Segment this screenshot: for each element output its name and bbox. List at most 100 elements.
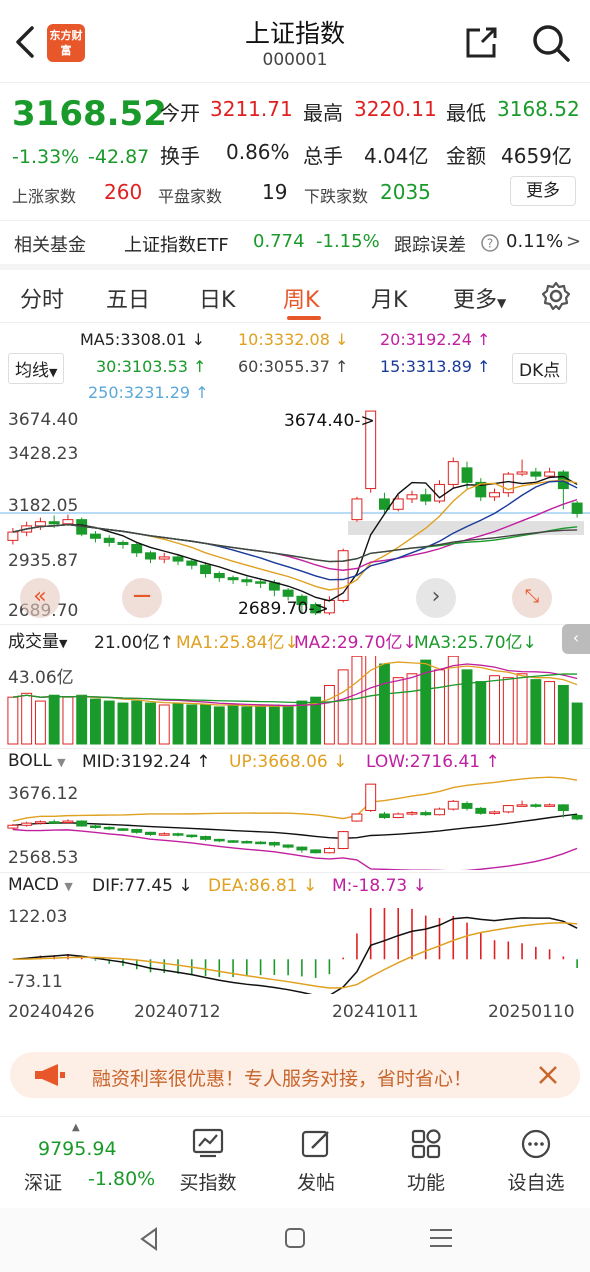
boll-candle-body: [296, 846, 308, 851]
candle-body: [48, 521, 60, 525]
zoom-out-icon[interactable]: −: [122, 578, 162, 618]
next-icon[interactable]: ›: [416, 578, 456, 618]
volume-bar: [571, 702, 583, 745]
nav-recents-icon[interactable]: [428, 1226, 454, 1250]
indicator-arrow: ↑: [193, 357, 207, 376]
indicator-arrow: ↑: [196, 752, 211, 772]
high-value: 3220.11: [354, 97, 437, 121]
indicator-selector[interactable]: 均线▼: [8, 353, 65, 384]
macd-selector-label: MACD: [8, 875, 59, 895]
candle-body: [117, 541, 129, 546]
search-icon[interactable]: [530, 22, 572, 64]
change-value: -42.87: [88, 146, 150, 168]
caret-down-icon: ▼: [64, 880, 73, 893]
indicator-arrow: M:-18.73: [332, 876, 408, 896]
candle-body: [227, 577, 239, 581]
volume-bar: [475, 681, 487, 745]
volume-bar: [117, 702, 129, 745]
fullscreen-icon[interactable]: ⤡: [512, 578, 552, 618]
volume-bar: [131, 700, 143, 745]
volume-selector[interactable]: 成交量▼: [8, 627, 67, 652]
volume-bar: [213, 706, 225, 745]
nav-back-icon[interactable]: [138, 1226, 160, 1252]
tab-more-label: 更多: [453, 288, 498, 313]
chevron-right-icon: >: [566, 231, 582, 252]
indicator-arrow: 30:3103.53: [96, 357, 188, 376]
ma5-value: MA5:3308.01 ↓: [80, 330, 205, 349]
volume-bar: [461, 669, 473, 745]
macd-dea-line: [12, 922, 578, 989]
kline-chart[interactable]: [0, 405, 590, 623]
ma30-value: 30:3103.53 ↑: [96, 357, 206, 376]
volume-bar: [323, 684, 335, 745]
boll-candle-body: [34, 821, 46, 824]
settings-gear-icon[interactable]: [540, 280, 572, 312]
volume-chart: [7, 656, 583, 745]
volume-bar: [406, 673, 418, 745]
share-icon[interactable]: [462, 24, 500, 62]
boll-candle-body: [48, 821, 60, 824]
volume-bar: [296, 700, 308, 745]
sz-index-label[interactable]: 深证: [24, 1168, 62, 1195]
tab-more[interactable]: 更多▼: [453, 282, 506, 314]
nav-home-icon[interactable]: [284, 1226, 306, 1250]
boll-candle-body: [89, 825, 101, 828]
amount-value: 4659亿: [501, 144, 572, 168]
indicator-arrow: 250:3231.29: [88, 383, 191, 402]
candle-body: [420, 494, 432, 502]
boll-candle-body: [571, 814, 583, 820]
tab-daily-k[interactable]: 日K: [199, 282, 235, 314]
boll-selector[interactable]: BOLL ▼: [8, 751, 66, 771]
boll-candle-body: [213, 838, 225, 842]
scroll-left-icon[interactable]: «: [20, 578, 60, 618]
vol-ma2: MA2:29.70亿↓: [294, 628, 417, 653]
current-price: 3168.52: [12, 94, 167, 134]
boll-candle-body: [200, 836, 212, 840]
caret-down-icon: ▼: [49, 366, 58, 379]
dk-point-button[interactable]: DK点: [512, 353, 568, 384]
macd-chart: [12, 908, 578, 994]
indicator-arrow: ↑: [335, 357, 349, 376]
grid-icon: [411, 1129, 441, 1159]
boll-candle-body: [516, 804, 528, 807]
boll-candle-body: [378, 813, 390, 819]
caret-down-icon: ▼: [57, 756, 66, 769]
macd-dea: DEA:86.81 ↓: [208, 876, 317, 896]
volume-bar: [351, 656, 363, 745]
macd-selector[interactable]: MACD ▼: [8, 875, 73, 895]
candle-body: [34, 521, 46, 527]
collapse-panel-icon[interactable]: ‹: [562, 624, 590, 654]
track-error-value: 0.11%: [506, 231, 564, 252]
candle-body: [447, 461, 459, 485]
candle-body: [186, 560, 198, 566]
indicator-arrow: ↑: [195, 383, 209, 402]
candle-body: [103, 537, 115, 543]
date-label: 20240712: [134, 1002, 221, 1022]
candle-body: [392, 498, 404, 510]
promo-banner[interactable]: 融资利率很优惠！专人服务对接，省时省心！: [10, 1052, 580, 1098]
boll-candle-body: [186, 834, 198, 838]
macd-axis-bottom: -73.11: [8, 972, 63, 992]
volume-bar: [502, 677, 514, 745]
volume-value: 4.04亿: [364, 144, 429, 168]
indicator-selector-label: 均线: [15, 361, 49, 381]
close-icon[interactable]: [538, 1065, 558, 1085]
macd-dif: DIF:77.45 ↓: [92, 876, 193, 896]
tab-monthly-k[interactable]: 月K: [371, 282, 407, 314]
tab-weekly-k[interactable]: 周K: [283, 282, 319, 314]
expand-up-icon[interactable]: ▲: [72, 1122, 80, 1133]
volume-bar: [530, 679, 542, 745]
more-button[interactable]: 更多: [510, 176, 576, 206]
candle-body: [571, 502, 583, 514]
help-icon[interactable]: ?: [480, 233, 500, 253]
candle-body: [158, 556, 170, 560]
volume-bar: [255, 706, 267, 745]
candle-body: [89, 533, 101, 539]
tab-five-day[interactable]: 五日: [106, 282, 150, 314]
indicator-arrow: MID:3192.24: [82, 752, 191, 772]
candle-body: [516, 471, 528, 475]
boll-low: LOW:2716.41 ↑: [366, 752, 500, 772]
ma250-value: 250:3231.29 ↑: [88, 383, 209, 402]
tab-intraday[interactable]: 分时: [20, 282, 64, 314]
indicator-arrow: ↓: [412, 876, 427, 896]
